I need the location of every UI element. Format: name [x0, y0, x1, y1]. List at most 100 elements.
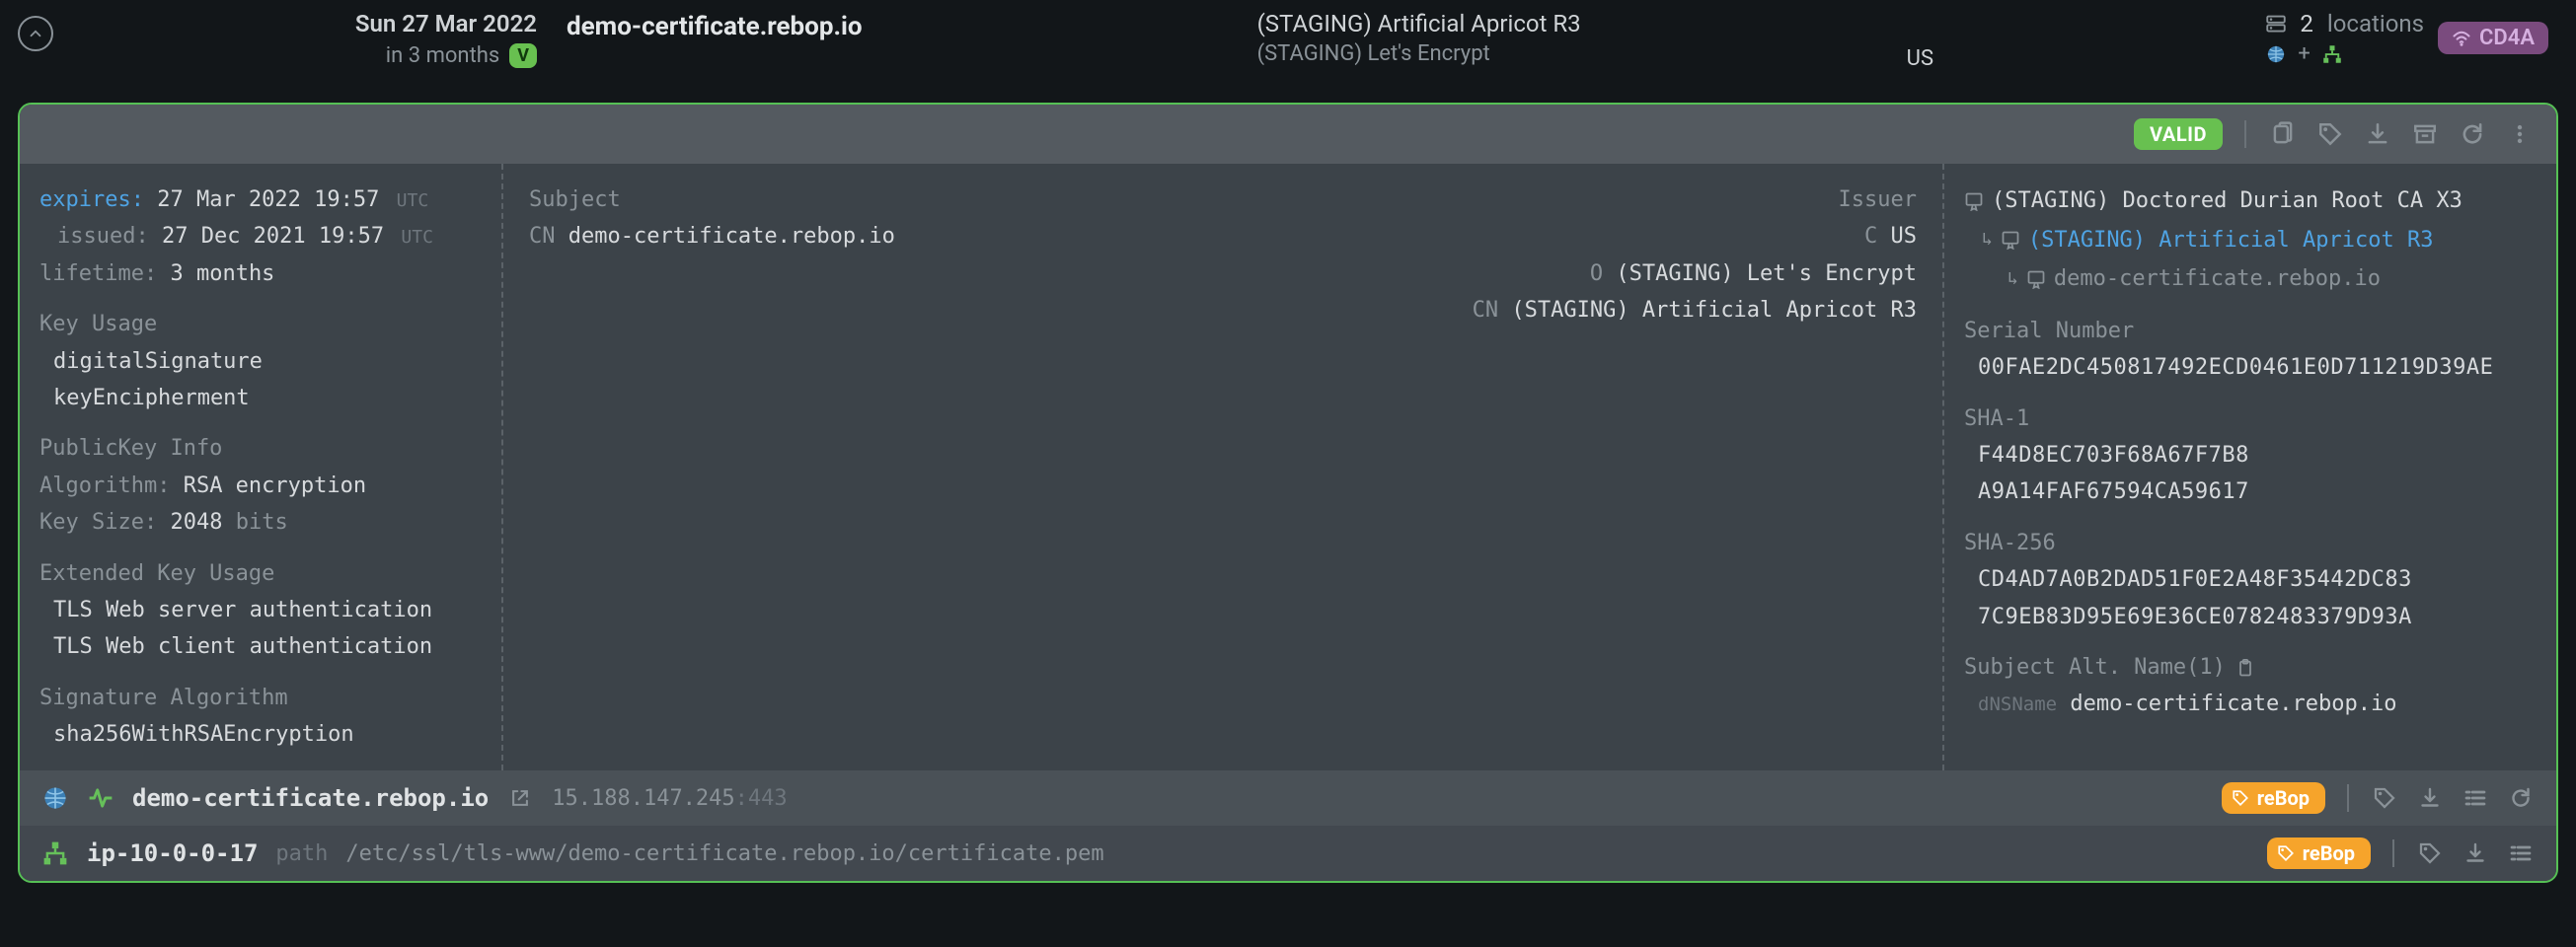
expiry-relative: in 3 months	[386, 43, 499, 68]
tag-button[interactable]	[2315, 119, 2345, 149]
network-icon	[41, 839, 69, 867]
subject-cn: demo-certificate.rebop.io	[568, 224, 895, 249]
up-button[interactable]	[18, 16, 53, 51]
sha256-l2: 7C9EB83D95E69E36CE0782483379D93A	[1964, 599, 2537, 635]
separator	[2392, 839, 2394, 867]
key-usage-1: digitalSignature	[39, 343, 482, 380]
refresh-button[interactable]	[2507, 784, 2535, 812]
copy-button[interactable]	[2268, 119, 2298, 149]
download-button[interactable]	[2416, 784, 2444, 812]
fingerprint-short: CD4A	[2479, 26, 2535, 50]
rebop-tag[interactable]: reBop	[2267, 838, 2371, 869]
subject-block: Subject CN demo-certificate.rebop.io	[529, 182, 895, 753]
sha1-l2: A9A14FAF67594CA59617	[1964, 474, 2537, 510]
issuer-block: Issuer C US O (STAGING) Let's Encrypt CN…	[1473, 182, 1917, 753]
download-button[interactable]	[2363, 119, 2392, 149]
key-usage-2: keyEncipherment	[39, 380, 482, 416]
locations-summary: 2 locations +	[2266, 10, 2424, 66]
chain-intermediate[interactable]: (STAGING) Artificial Apricot R3	[2028, 221, 2434, 260]
expires-value: 27 Mar 2022 19:57	[157, 187, 379, 212]
list-button[interactable]	[2462, 784, 2489, 812]
utc-label: UTC	[397, 190, 429, 211]
globe-icon	[2266, 44, 2286, 64]
locations-count: 2	[2300, 10, 2313, 37]
issuer-label: Issuer	[1473, 182, 1917, 218]
cert-icon	[2001, 230, 2020, 250]
subject-issuer-column: Subject CN demo-certificate.rebop.io Iss…	[503, 164, 1944, 770]
more-button[interactable]	[2505, 119, 2535, 149]
sha1-l1: F44D8EC703F68A67F7B8	[1964, 437, 2537, 474]
cert-chain: (STAGING) Doctored Durian Root CA X3 ↳ (S…	[1964, 182, 2537, 299]
algo-value: RSA encryption	[184, 474, 366, 498]
san-type: dNSName	[1978, 693, 2057, 715]
sig-value: sha256WithRSAEncryption	[39, 716, 482, 753]
issuer-org: (STAGING) Let's Encrypt	[1257, 41, 1581, 66]
eku-2: TLS Web client authentication	[39, 628, 482, 665]
location-row-local: ip-10-0-0-17 path /etc/ssl/tls-www/demo-…	[20, 826, 2556, 881]
issuer-o-label: O	[1590, 261, 1603, 286]
chain-leaf: demo-certificate.rebop.io	[2054, 259, 2381, 299]
issuer-o: (STAGING) Let's Encrypt	[1616, 261, 1917, 286]
issued-label: issued:	[57, 224, 149, 249]
issuer-c-label: C	[1864, 224, 1877, 249]
separator	[2244, 120, 2246, 148]
expires-label: expires:	[39, 187, 144, 212]
cert-icon	[1964, 191, 1984, 211]
sha256-label: SHA-256	[1964, 525, 2537, 561]
location-row-remote: demo-certificate.rebop.io 15.188.147.245…	[20, 770, 2556, 826]
rebop-tag[interactable]: reBop	[2222, 782, 2325, 814]
issuer-summary: (STAGING) Artificial Apricot R3 (STAGING…	[1257, 10, 1581, 66]
pubkey-label: PublicKey Info	[39, 430, 482, 467]
globe-icon	[41, 784, 69, 812]
keysize-value: 2048	[170, 510, 222, 535]
chain-root: (STAGING) Doctored Durian Root CA X3	[1992, 182, 2462, 221]
keysize-label: Key Size:	[39, 510, 157, 535]
top-bar: Sun 27 Mar 2022 in 3 months V demo-certi…	[0, 0, 2576, 99]
lifetime-value: 3 months	[170, 261, 274, 286]
path-label: path	[275, 841, 328, 866]
valid-badge: VALID	[2134, 118, 2223, 150]
chain-arrow-icon: ↳	[1982, 224, 1993, 255]
sig-label: Signature Algorithm	[39, 680, 482, 716]
fingerprint-pill[interactable]: CD4A	[2438, 22, 2548, 54]
chain-column: (STAGING) Doctored Durian Root CA X3 ↳ (S…	[1944, 164, 2556, 770]
server-icon	[2266, 14, 2286, 34]
expiry-summary: Sun 27 Mar 2022 in 3 months V	[221, 10, 537, 68]
issuer-cn: (STAGING) Artificial Apricot R3	[1257, 10, 1581, 37]
algo-label: Algorithm:	[39, 474, 170, 498]
refresh-button[interactable]	[2458, 119, 2487, 149]
chain-arrow-icon: ↳	[2008, 263, 2018, 295]
external-link-icon[interactable]	[506, 784, 534, 812]
eku-label: Extended Key Usage	[39, 555, 482, 592]
serial-value: 00FAE2DC450817492ECD0461E0D711219D39AE	[1964, 349, 2537, 386]
lifetime-label: lifetime:	[39, 261, 157, 286]
separator	[2347, 784, 2349, 812]
sha1-label: SHA-1	[1964, 401, 2537, 437]
subject-cn-label: CN	[529, 224, 556, 249]
expiry-date: Sun 27 Mar 2022	[355, 10, 537, 37]
certificate-card: VALID expires: 27 Mar 2022 19:57 UTC iss…	[18, 103, 2558, 883]
wifi-icon	[2452, 29, 2471, 48]
path-value: /etc/ssl/tls-www/demo-certificate.rebop.…	[345, 841, 1103, 866]
download-button[interactable]	[2462, 839, 2489, 867]
clipboard-icon[interactable]	[2235, 658, 2255, 678]
validity-badge: V	[509, 43, 537, 68]
archive-button[interactable]	[2410, 119, 2440, 149]
issuer-cn-value: (STAGING) Artificial Apricot R3	[1511, 298, 1917, 323]
key-usage-label: Key Usage	[39, 306, 482, 342]
bits-label: bits	[236, 510, 288, 535]
certificate-title: demo-certificate.rebop.io	[567, 12, 863, 41]
issuer-country: US	[1907, 46, 1933, 71]
serial-label: Serial Number	[1964, 313, 2537, 349]
plus-label: +	[2298, 41, 2310, 66]
list-button[interactable]	[2507, 839, 2535, 867]
tag-button[interactable]	[2371, 784, 2398, 812]
local-host[interactable]: ip-10-0-0-17	[87, 839, 258, 867]
locations-label: locations	[2327, 10, 2424, 37]
remote-port: :443	[735, 786, 788, 811]
tag-button[interactable]	[2416, 839, 2444, 867]
cert-icon	[2026, 269, 2046, 289]
eku-1: TLS Web server authentication	[39, 592, 482, 628]
remote-host[interactable]: demo-certificate.rebop.io	[132, 784, 489, 812]
issuer-c: US	[1891, 224, 1918, 249]
